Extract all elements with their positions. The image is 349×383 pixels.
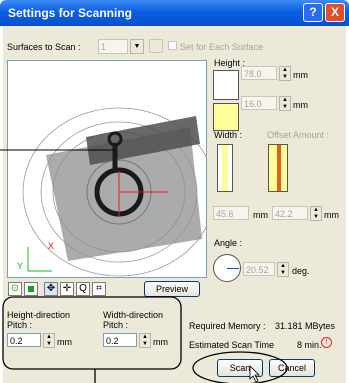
callout-overlay <box>0 149 288 383</box>
settings-window: Settings for Scanning ? X Surfaces to Sc… <box>0 0 349 383</box>
mouse-cursor-icon <box>249 365 260 383</box>
scan-callout-ellipse <box>192 351 288 383</box>
pitch-callout-box <box>2 296 182 370</box>
